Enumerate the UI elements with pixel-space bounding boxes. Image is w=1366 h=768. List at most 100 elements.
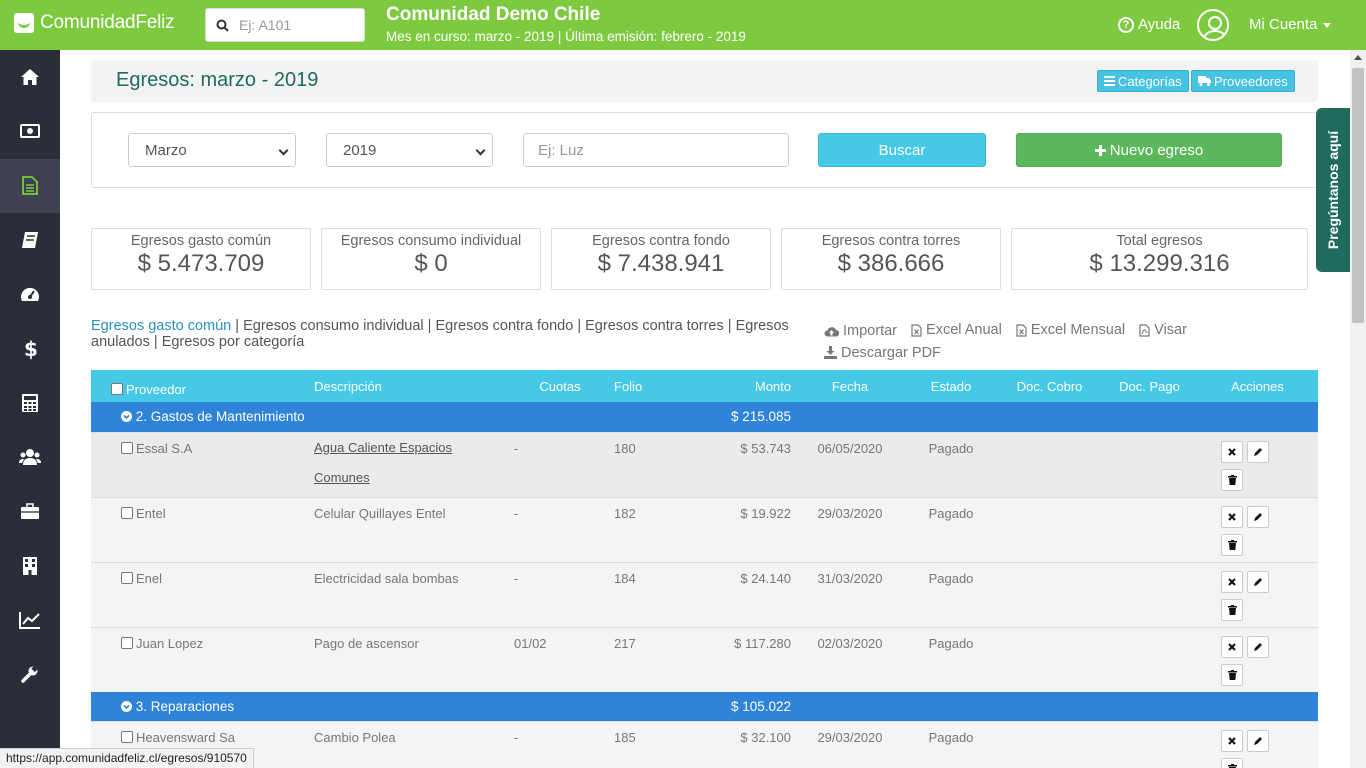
stat-value: $ 13.299.316 [1089, 250, 1230, 277]
expense-search-input[interactable]: Ej: Luz [523, 133, 789, 167]
group-name: 2. Gastos de Mantenimiento [135, 409, 305, 425]
sidebar-item-reports[interactable] [0, 593, 60, 647]
cell-status: Pagado [905, 626, 997, 692]
sidebar-item-income[interactable] [0, 104, 60, 158]
link-by-category[interactable]: Egresos por categoría [162, 334, 305, 350]
sidebar-item-properties[interactable] [0, 539, 60, 593]
table-row[interactable]: Entel Celular Quillayes Entel - 182 $ 19… [91, 496, 1318, 562]
sidebar-item-payments[interactable]: $ [0, 321, 60, 375]
table-row[interactable]: Juan Lopez Pago de ascensor 01/02 217 $ … [91, 626, 1318, 692]
cell-doc-charge [997, 721, 1102, 768]
scrollbar-thumb[interactable] [1352, 68, 1364, 323]
trash-icon [1227, 604, 1237, 615]
sidebar-item-calculator[interactable] [0, 376, 60, 430]
excel-annual-button[interactable]: Excel Anual [911, 320, 1002, 340]
edit-button[interactable] [1247, 635, 1269, 658]
account-menu[interactable]: Mi Cuenta [1249, 16, 1332, 33]
delete-button[interactable] [1221, 533, 1243, 556]
cancel-button[interactable] [1221, 505, 1243, 528]
page-title: Egresos: marzo - 2019 [116, 69, 319, 91]
cell-folio: 217 [610, 626, 685, 692]
pencil-icon [1254, 577, 1262, 586]
sidebar-item-dashboard[interactable] [0, 267, 60, 321]
download-pdf-button[interactable]: Descargar PDF [824, 343, 941, 363]
row-checkbox[interactable] [121, 441, 133, 454]
cancel-button[interactable] [1221, 730, 1243, 752]
cell-doc-payment [1102, 496, 1197, 562]
sidebar-item-books[interactable] [0, 213, 60, 267]
edit-button[interactable] [1247, 730, 1269, 752]
community-name[interactable]: Comunidad Demo Chile [386, 4, 746, 26]
table-row[interactable]: Heavensward Sa Cambio Polea - 185 $ 32.1… [91, 721, 1318, 768]
cancel-button[interactable] [1221, 440, 1243, 463]
pencil-icon [1254, 642, 1262, 651]
providers-button[interactable]: Proveedores [1191, 70, 1295, 92]
edit-button[interactable] [1247, 570, 1269, 593]
unit-search-input[interactable] [239, 17, 349, 33]
cancel-button[interactable] [1221, 570, 1243, 593]
cancel-button[interactable] [1221, 635, 1243, 658]
approve-button[interactable]: Visar [1139, 320, 1187, 340]
ask-us-tab[interactable]: Pregúntanos aquí [1316, 108, 1350, 272]
categories-button[interactable]: Categorías [1097, 70, 1189, 92]
header-status: Estado [905, 370, 997, 402]
provider-name: Juan Lopez [136, 635, 204, 651]
period-info: Mes en curso: marzo - 2019 | Última emis… [386, 29, 746, 44]
link-fund-expenses[interactable]: Egresos contra fondo [435, 318, 573, 334]
expenses-table: Proveedor Descripción Cuotas Folio Monto… [91, 370, 1318, 768]
filter-panel: Marzo 2019 Ej: Luz Buscar Nuevo egreso [91, 112, 1318, 188]
sidebar-item-home[interactable] [0, 50, 60, 104]
avatar[interactable] [1197, 9, 1229, 41]
sidebar: $ [0, 50, 60, 768]
cell-status: Pagado [905, 721, 997, 768]
sidebar-item-expenses[interactable] [0, 158, 60, 213]
description-link[interactable]: Agua Caliente Espacios Comunes [314, 440, 452, 485]
cell-provider: Enel [91, 561, 310, 627]
delete-button[interactable] [1221, 468, 1243, 491]
provider-name: Enel [136, 570, 163, 586]
edit-button[interactable] [1247, 505, 1269, 528]
year-select[interactable]: 2019 [326, 133, 493, 167]
link-common-expenses[interactable]: Egresos gasto común [91, 318, 231, 334]
chevron-down-icon [475, 145, 486, 156]
cell-installments: - [510, 561, 610, 627]
brand-logo[interactable]: ComunidadFeliz [14, 12, 175, 34]
help-link[interactable]: ? Ayuda [1118, 16, 1180, 33]
delete-button[interactable] [1221, 758, 1243, 768]
new-expense-button[interactable]: Nuevo egreso [1016, 133, 1282, 167]
cell-amount: $ 32.100 [685, 721, 795, 768]
link-tower-expenses[interactable]: Egresos contra torres [585, 318, 724, 334]
unit-search[interactable] [205, 8, 365, 42]
delete-button[interactable] [1221, 663, 1243, 686]
excel-monthly-button[interactable]: Excel Mensual [1016, 320, 1125, 340]
sidebar-item-staff[interactable] [0, 484, 60, 538]
cell-description: Celular Quillayes Entel [310, 496, 510, 562]
row-checkbox[interactable] [121, 636, 133, 649]
row-checkbox[interactable] [121, 571, 133, 584]
group-row[interactable]: 3. Reparaciones $ 105.022 [91, 691, 1318, 722]
scroll-up-icon[interactable] [1354, 55, 1362, 60]
search-button[interactable]: Buscar [818, 133, 986, 167]
table-row[interactable]: Essal S.A Agua Caliente Espacios Comunes… [91, 431, 1318, 497]
categories-label: Categorías [1118, 73, 1182, 89]
cell-date: 29/03/2020 [795, 496, 905, 562]
group-row[interactable]: 2. Gastos de Mantenimiento $ 215.085 [91, 402, 1318, 432]
month-select[interactable]: Marzo [128, 133, 296, 167]
scrollbar[interactable] [1350, 50, 1366, 768]
stat-value: $ 386.666 [837, 250, 945, 277]
select-all-checkbox[interactable] [111, 382, 123, 395]
row-checkbox[interactable] [121, 731, 133, 743]
header-date: Fecha [795, 370, 905, 402]
delete-button[interactable] [1221, 598, 1243, 621]
sidebar-item-settings[interactable] [0, 647, 60, 701]
chevron-circle-down-icon[interactable] [121, 700, 132, 712]
import-button[interactable]: Importar [824, 321, 897, 341]
sidebar-item-residents[interactable] [0, 430, 60, 484]
link-individual-consumption[interactable]: Egresos consumo individual [243, 318, 424, 334]
chevron-circle-down-icon[interactable] [121, 411, 132, 423]
table-row[interactable]: Enel Electricidad sala bombas - 184 $ 24… [91, 561, 1318, 627]
stat-label: Total egresos [1116, 233, 1203, 249]
edit-button[interactable] [1247, 440, 1269, 463]
expense-type-links: Egresos gasto común | Egresos consumo in… [91, 318, 789, 350]
row-checkbox[interactable] [121, 506, 133, 519]
